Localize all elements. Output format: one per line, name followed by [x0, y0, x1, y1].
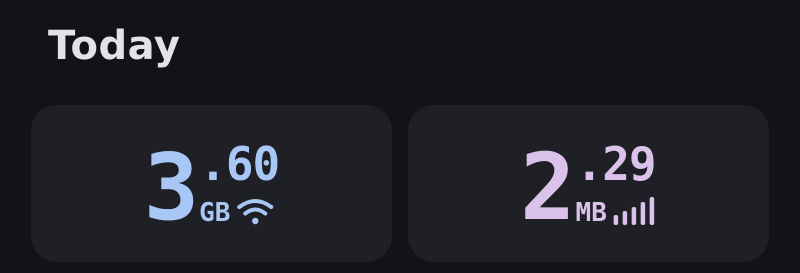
mobile-data-usage-card[interactable]: 2 .29 MB: [408, 105, 769, 262]
wifi-usage-card[interactable]: 3 .60 GB: [31, 105, 392, 262]
mobile-usage-value: 2 .29 MB: [520, 133, 657, 241]
mobile-usage-decimal: .29: [575, 136, 657, 191]
wifi-usage-value: 3 .60 GB: [143, 133, 280, 241]
wifi-usage-decimal: .60: [199, 136, 280, 191]
cellular-signal-icon: [613, 196, 655, 225]
section-title: Today: [48, 23, 181, 69]
wifi-usage-unit: GB: [199, 197, 231, 228]
wifi-usage-integer: 3: [143, 133, 199, 241]
wifi-icon: [237, 198, 274, 224]
mobile-usage-integer: 2: [520, 133, 575, 241]
mobile-usage-unit: MB: [575, 197, 607, 228]
